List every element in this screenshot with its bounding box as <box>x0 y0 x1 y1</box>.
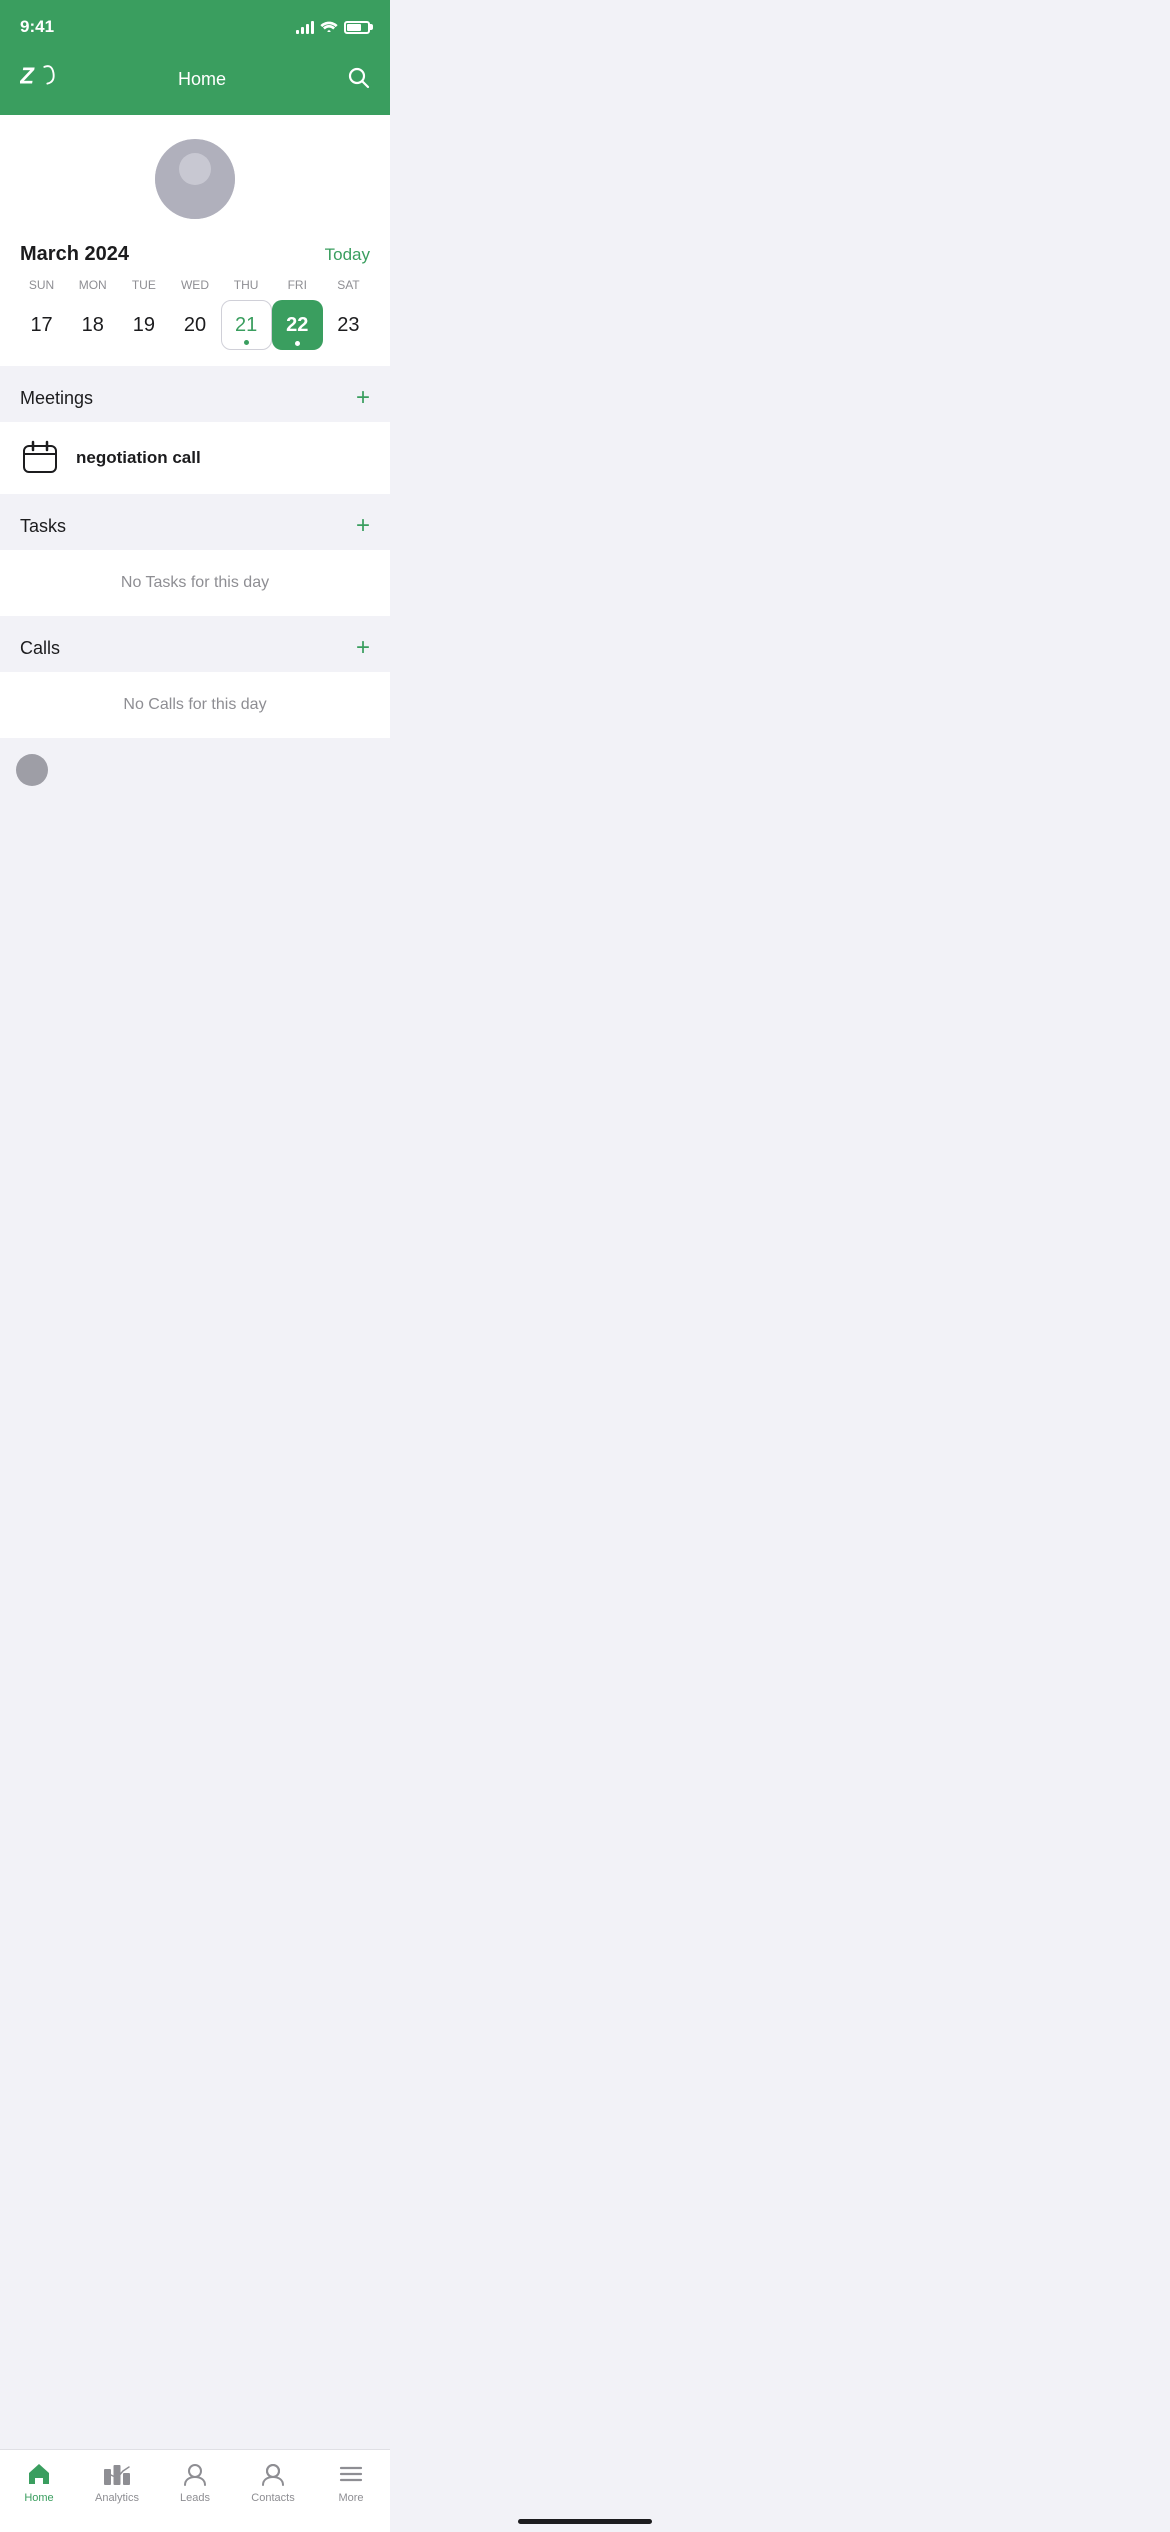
calendar-weekdays: SUN MON TUE WED THU FRI SAT <box>16 278 374 292</box>
home-indicator <box>518 2519 652 2524</box>
app-logo: Z <box>20 60 58 99</box>
contacts-icon <box>259 2460 287 2488</box>
leads-icon <box>181 2460 209 2488</box>
signal-icon <box>296 20 314 34</box>
calls-title: Calls <box>20 638 60 659</box>
meetings-add-button[interactable]: + <box>356 386 370 410</box>
status-time: 9:41 <box>20 17 54 37</box>
weekday-thu: THU <box>221 278 272 292</box>
calendar-day-22[interactable]: 22 <box>272 300 323 350</box>
tasks-title: Tasks <box>20 516 66 537</box>
scroll-indicator <box>16 754 48 786</box>
tasks-section-header: Tasks + <box>0 502 390 550</box>
tab-more[interactable]: More <box>312 2460 390 2504</box>
tab-leads-label: Leads <box>180 2492 210 2504</box>
analytics-icon <box>103 2460 131 2488</box>
scroll-area <box>0 738 390 938</box>
weekday-sat: SAT <box>323 278 374 292</box>
weekday-sun: SUN <box>16 278 67 292</box>
weekday-fri: FRI <box>272 278 323 292</box>
status-icons <box>296 18 370 37</box>
tasks-add-button[interactable]: + <box>356 514 370 538</box>
calendar-day-18[interactable]: 18 <box>67 300 118 350</box>
calendar-today-button[interactable]: Today <box>325 245 370 265</box>
tasks-empty-state: No Tasks for this day <box>0 550 390 616</box>
weekday-mon: MON <box>67 278 118 292</box>
weekday-wed: WED <box>169 278 220 292</box>
meeting-title: negotiation call <box>76 448 201 468</box>
tab-contacts-label: Contacts <box>251 2492 294 2504</box>
page-title: Home <box>178 69 226 90</box>
avatar <box>155 139 235 219</box>
app-header: Z Home <box>0 50 390 115</box>
meetings-section-header: Meetings + <box>0 374 390 422</box>
calendar-day-23[interactable]: 23 <box>323 300 374 350</box>
tab-home-label: Home <box>24 2492 53 2504</box>
calendar-day-20[interactable]: 20 <box>169 300 220 350</box>
calendar-day-17[interactable]: 17 <box>16 300 67 350</box>
tab-analytics[interactable]: Analytics <box>78 2460 156 2504</box>
weekday-tue: TUE <box>118 278 169 292</box>
calendar-month: March 2024 <box>20 243 129 266</box>
status-bar: 9:41 <box>0 0 390 50</box>
calendar-section: March 2024 Today SUN MON TUE WED THU FRI… <box>0 235 390 366</box>
tab-bar: Home Analytics Leads <box>0 2449 390 2532</box>
calls-add-button[interactable]: + <box>356 636 370 660</box>
calendar-header: March 2024 Today <box>16 235 374 278</box>
svg-text:Z: Z <box>20 63 35 89</box>
meeting-item[interactable]: negotiation call <box>0 422 390 494</box>
tab-leads[interactable]: Leads <box>156 2460 234 2504</box>
calls-section-header: Calls + <box>0 624 390 672</box>
battery-icon <box>344 21 370 34</box>
calls-empty-state: No Calls for this day <box>0 672 390 738</box>
search-icon[interactable] <box>346 65 370 95</box>
avatar-section <box>0 115 390 235</box>
calendar-days: 17 18 19 20 21 22 23 <box>16 300 374 350</box>
tab-home[interactable]: Home <box>0 2460 78 2504</box>
meeting-icon <box>20 438 60 478</box>
calendar-day-19[interactable]: 19 <box>118 300 169 350</box>
calendar-day-21[interactable]: 21 <box>221 300 272 350</box>
meetings-title: Meetings <box>20 388 93 409</box>
day-dot-22 <box>295 341 300 346</box>
more-icon <box>337 2460 365 2488</box>
home-icon <box>25 2460 53 2488</box>
tab-more-label: More <box>338 2492 363 2504</box>
tab-contacts[interactable]: Contacts <box>234 2460 312 2504</box>
wifi-icon <box>320 18 338 37</box>
tab-analytics-label: Analytics <box>95 2492 139 2504</box>
day-dot-21 <box>244 340 249 345</box>
